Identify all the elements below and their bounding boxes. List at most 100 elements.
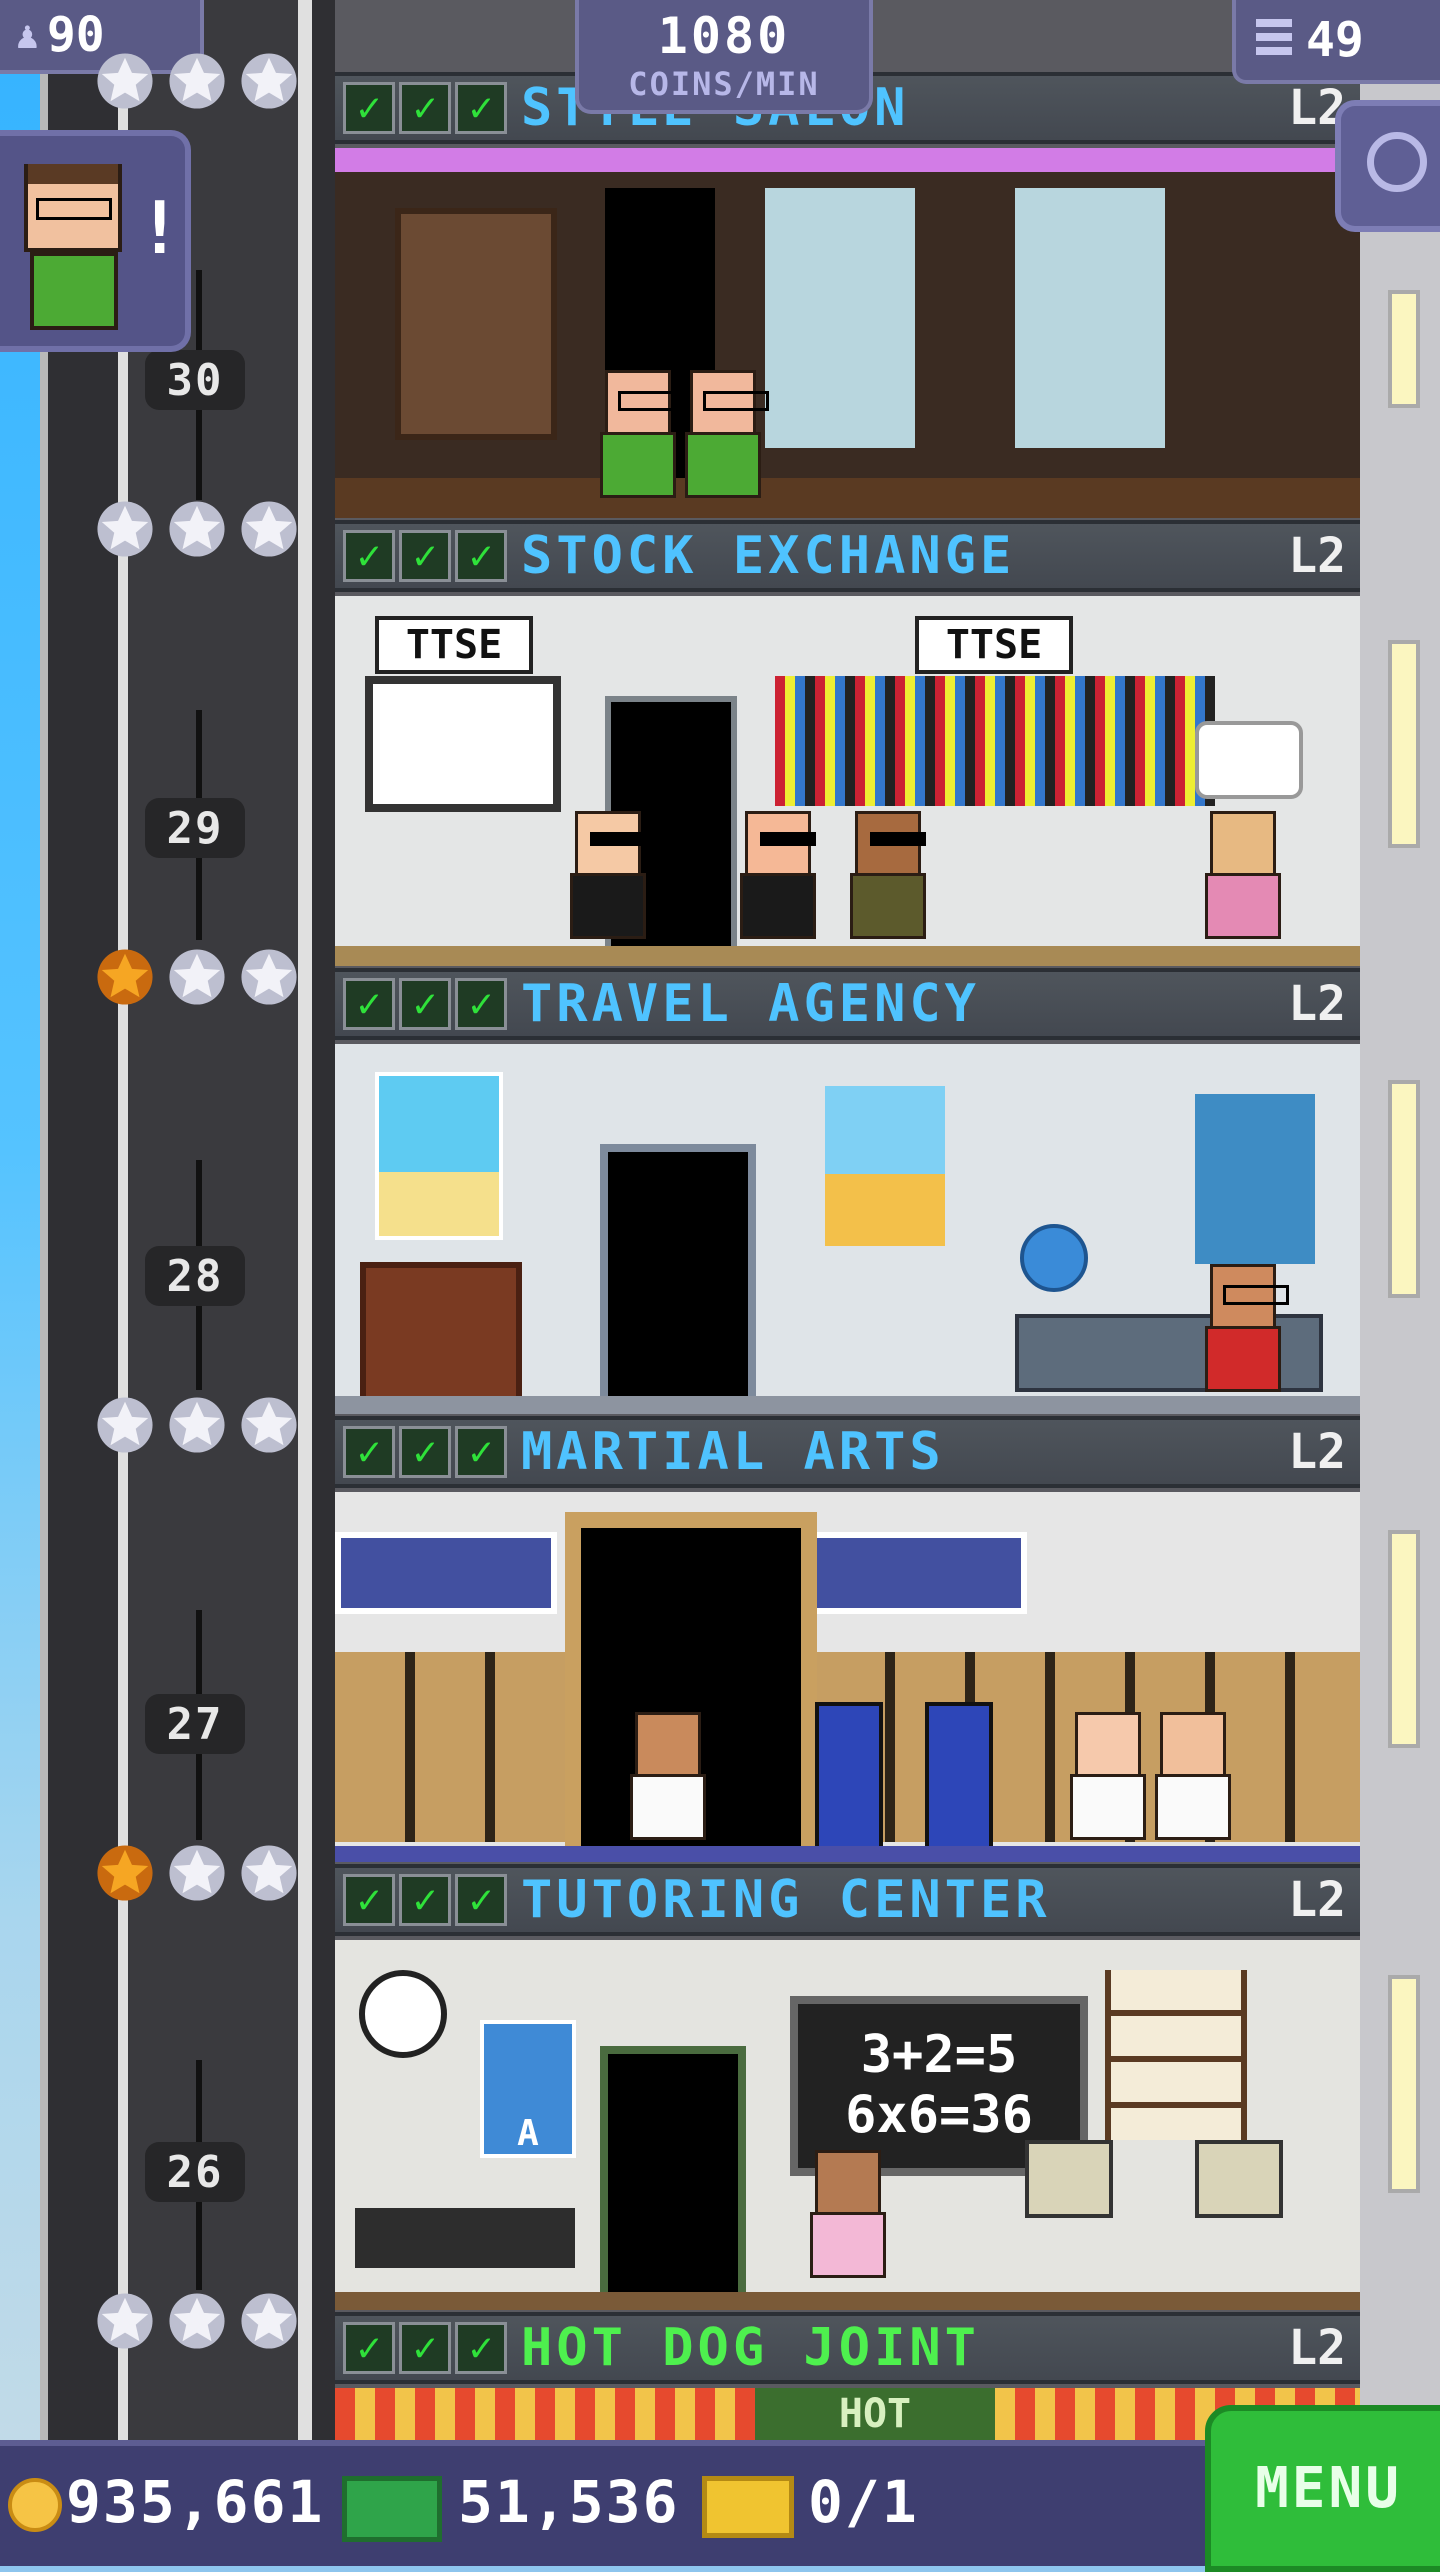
clock-icon xyxy=(359,1970,447,2058)
check-icon: ✓ xyxy=(343,1874,395,1926)
floor-name: TUTORING CENTER xyxy=(521,1870,1051,1930)
menu-button[interactable]: MENU xyxy=(1205,2405,1440,2572)
character-body xyxy=(850,873,926,939)
wall-window xyxy=(1388,1530,1420,1748)
punching-bag xyxy=(925,1702,993,1850)
character-body xyxy=(1155,1774,1231,1840)
bookshelf xyxy=(1105,1970,1247,2140)
computer-monitor xyxy=(1025,2140,1113,2218)
character-head xyxy=(1075,1712,1141,1780)
poster-letter: A xyxy=(517,2113,539,2154)
bux-value: 51,536 xyxy=(458,2468,680,2536)
gold-star-icon xyxy=(97,1845,153,1901)
floor-checks: ✓ ✓ ✓ xyxy=(343,978,507,1030)
floor-number-27: 27 xyxy=(145,1694,245,1754)
floors-counter[interactable]: 49 xyxy=(1232,0,1440,84)
zoom-button[interactable] xyxy=(1335,100,1440,232)
floor-banner-stock-exchange[interactable]: ✓ ✓ ✓ STOCK EXCHANGE L2 xyxy=(335,520,1360,592)
character-head xyxy=(1160,1712,1226,1780)
check-icon: ✓ xyxy=(399,1426,451,1478)
check-icon: ✓ xyxy=(343,530,395,582)
character-head xyxy=(745,811,816,879)
check-icon: ✓ xyxy=(455,978,507,1030)
ttse-sign: TTSE xyxy=(375,616,533,674)
silver-star-icon xyxy=(169,949,225,1005)
bitizen-avatar xyxy=(24,164,122,252)
coins-rate-label: COINS/MIN xyxy=(628,65,820,103)
check-icon: ✓ xyxy=(343,2322,395,2374)
floor-checks: ✓ ✓ ✓ xyxy=(343,1426,507,1478)
check-icon: ✓ xyxy=(399,82,451,134)
bitizen-notification[interactable]: ! xyxy=(0,130,191,352)
check-icon: ✓ xyxy=(343,978,395,1030)
floor-banner-travel-agency[interactable]: ✓ ✓ ✓ TRAVEL AGENCY L2 xyxy=(335,968,1360,1040)
floor-banner-martial-arts[interactable]: ✓ ✓ ✓ MARTIAL ARTS L2 xyxy=(335,1416,1360,1488)
wall-window xyxy=(1388,290,1420,408)
tickets-value: 0/1 xyxy=(808,2468,919,2536)
globe-icon xyxy=(1020,1224,1088,1292)
floor-name: HOT DOG JOINT xyxy=(521,2318,980,2378)
silver-star-icon xyxy=(241,501,297,557)
silver-star-icon xyxy=(169,1397,225,1453)
check-icon: ✓ xyxy=(455,82,507,134)
silver-star-icon xyxy=(241,53,297,109)
check-icon: ✓ xyxy=(343,82,395,134)
ticker-board xyxy=(775,676,1215,806)
chalk-equation-1: 3+2=5 xyxy=(860,2025,1018,2086)
check-icon: ✓ xyxy=(399,978,451,1030)
silver-star-icon xyxy=(169,1845,225,1901)
travel-poster xyxy=(825,1086,945,1246)
character-body xyxy=(685,432,761,498)
glasses-icon xyxy=(618,391,684,411)
glasses-icon xyxy=(36,198,112,220)
character-head xyxy=(575,811,646,879)
floor-level: L2 xyxy=(1288,1424,1346,1480)
silver-star-icon xyxy=(97,53,153,109)
room-stock-exchange[interactable]: TTSE TTSE xyxy=(335,596,1360,966)
bux-icon xyxy=(342,2476,442,2542)
check-icon: ✓ xyxy=(399,530,451,582)
silver-star-icon xyxy=(241,1397,297,1453)
room-style-salon[interactable] xyxy=(335,148,1360,518)
person-icon: ♟ xyxy=(16,13,39,57)
ticket-icon xyxy=(702,2476,794,2538)
sunglasses-icon xyxy=(760,832,816,846)
room-tutoring-center[interactable]: A 3+2=5 6x6=36 xyxy=(335,1940,1360,2310)
floor-checks: ✓ ✓ ✓ xyxy=(343,530,507,582)
check-icon: ✓ xyxy=(455,2322,507,2374)
wall-window xyxy=(1388,640,1420,848)
floor-boards xyxy=(335,2292,1360,2310)
coins-rate-value: 1080 xyxy=(657,7,791,65)
floor-banner-tutoring-center[interactable]: ✓ ✓ ✓ TUTORING CENTER L2 xyxy=(335,1864,1360,1936)
wall-window xyxy=(1388,1975,1420,2193)
floor-checks: ✓ ✓ ✓ xyxy=(343,1874,507,1926)
silver-star-icon xyxy=(169,53,225,109)
floor-banner-hot-dog-joint[interactable]: ✓ ✓ ✓ HOT DOG JOINT L2 xyxy=(335,2312,1360,2384)
check-icon: ✓ xyxy=(399,2322,451,2374)
character-body xyxy=(570,873,646,939)
elevator-rail-right xyxy=(298,0,312,2440)
floor-level: L2 xyxy=(1288,528,1346,584)
room-travel-agency[interactable] xyxy=(335,1044,1360,1414)
dojo-banner xyxy=(805,1532,1027,1614)
apple-poster: A xyxy=(480,2020,576,2158)
building-icon xyxy=(1256,19,1292,61)
ttse-sign: TTSE xyxy=(915,616,1073,674)
check-icon: ✓ xyxy=(455,1874,507,1926)
salon-mirror xyxy=(765,188,915,448)
alert-icon: ! xyxy=(138,186,182,270)
room-martial-arts[interactable] xyxy=(335,1492,1360,1862)
silver-star-icon xyxy=(241,2293,297,2349)
floor-boards xyxy=(335,1396,1360,1414)
character-body xyxy=(630,1774,706,1840)
speech-bubble-icon[interactable] xyxy=(1195,721,1303,799)
character-head xyxy=(605,370,684,438)
character-body xyxy=(1205,873,1281,939)
salon-mirror xyxy=(1015,188,1165,448)
coin-icon xyxy=(8,2478,62,2532)
dojo-banner xyxy=(335,1532,557,1614)
character-body xyxy=(1070,1774,1146,1840)
floor-name: TRAVEL AGENCY xyxy=(521,974,980,1034)
floor-level: L2 xyxy=(1288,2320,1346,2376)
floor-number-28: 28 xyxy=(145,1246,245,1306)
